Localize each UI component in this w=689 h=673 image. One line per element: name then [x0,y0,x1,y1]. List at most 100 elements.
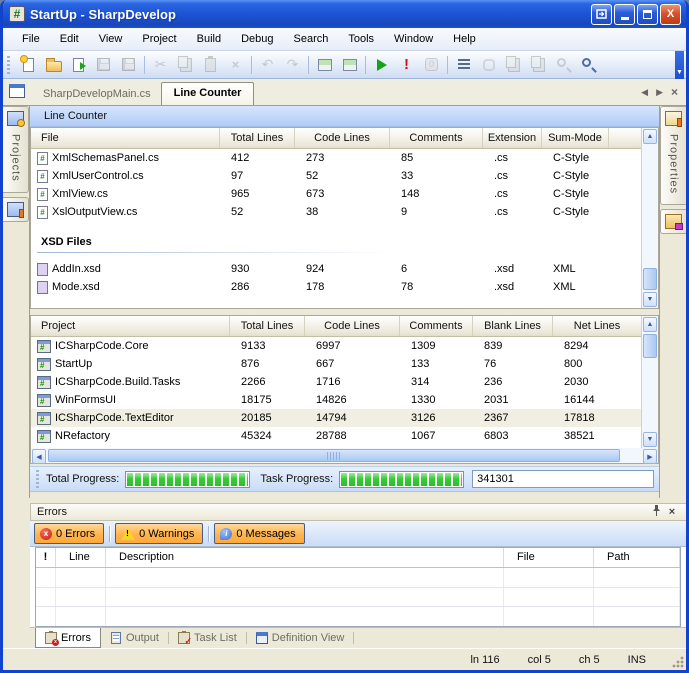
paste-button[interactable] [198,53,223,77]
close-button[interactable]: X [660,4,681,25]
scroll-right-button[interactable]: ▶ [643,449,657,464]
column-header-severity[interactable]: ! [36,548,56,567]
column-header-total-lines[interactable]: Total Lines [220,128,295,148]
column-header-comments[interactable]: Comments [400,316,473,336]
sidebar-tab-projects[interactable]: Projects [3,106,29,193]
menu-file[interactable]: File [13,30,49,48]
tab-scroll-left-button[interactable]: ◀ [641,87,648,98]
breakpoint-button[interactable] [476,53,501,77]
column-header-description[interactable]: Description [106,548,504,567]
errors-panel-titlebar[interactable]: Errors × [30,503,686,521]
menu-build[interactable]: Build [188,30,230,48]
file-row[interactable]: AddIn.xsd 930 924 6 .xsd XML [31,260,641,278]
project-row[interactable]: ICSharpCode.Build.Tasks 2266 1716 314 23… [31,373,641,391]
column-header-blank-lines[interactable]: Blank Lines [473,316,553,336]
tab-task-list[interactable]: ✓ Task List [169,628,246,648]
messages-filter-button[interactable]: i 0 Messages [214,523,304,544]
file-row[interactable]: #XslOutputView.cs 52 38 9 .cs C-Style [31,203,641,221]
tab-close-button[interactable]: × [671,85,678,99]
column-header-path[interactable]: Path [594,548,680,567]
menu-help[interactable]: Help [444,30,485,48]
column-header-line[interactable]: Line [56,548,106,567]
column-header-file[interactable]: File [31,128,220,148]
step-into-button[interactable] [526,53,551,77]
project-row[interactable]: WinFormsUI 18175 14826 1330 2031 16144 [31,391,641,409]
scroll-up-button[interactable]: ▲ [643,129,657,144]
column-header-code-lines[interactable]: Code Lines [305,316,400,336]
step-over-button[interactable] [501,53,526,77]
column-header-total-lines[interactable]: Total Lines [230,316,305,336]
project-row-clipped[interactable]: SharpDevelop 3371 1413 411 378 2993 [31,445,641,448]
menu-window[interactable]: Window [385,30,442,48]
delete-button[interactable]: × [223,53,248,77]
open-file-button[interactable] [41,53,66,77]
tab-errors[interactable]: x Errors [35,628,101,648]
undo-button[interactable]: ↶ [255,53,280,77]
open-with-button[interactable] [66,53,91,77]
copy-button[interactable] [173,53,198,77]
save-all-button[interactable] [116,53,141,77]
column-header-sum-mode[interactable]: Sum-Mode [542,128,609,148]
menu-search[interactable]: Search [285,30,338,48]
projects-table-scrollbar[interactable]: ▲ ▼ [641,316,658,448]
abort-button[interactable]: ! [394,53,419,77]
build-all-button[interactable] [337,53,362,77]
new-file-button[interactable] [16,53,41,77]
show-output-button[interactable] [451,53,476,77]
menu-tools[interactable]: Tools [339,30,383,48]
minimize-button[interactable] [614,4,635,25]
files-table-scrollbar[interactable]: ▲ ▼ [641,128,658,308]
hscroll-thumb[interactable] [48,449,620,462]
scroll-down-button[interactable]: ▼ [643,432,657,447]
redo-button[interactable]: ↷ [280,53,305,77]
sidebar-tab-toolbox[interactable] [660,209,686,234]
toolbar-overflow-button[interactable]: ▼ [675,51,684,79]
sidebar-tab-classes[interactable] [3,197,29,222]
menu-edit[interactable]: Edit [51,30,88,48]
column-header-project[interactable]: Project [31,316,230,336]
pin-button[interactable] [648,505,664,519]
maximize-button[interactable] [637,4,658,25]
scroll-up-button[interactable]: ▲ [643,317,657,332]
column-header-comments[interactable]: Comments [390,128,483,148]
project-row[interactable]: ICSharpCode.Core 9133 6997 1309 839 8294 [31,337,641,355]
cut-button[interactable]: ✂ [148,53,173,77]
file-row[interactable]: #XmlUserControl.cs 97 52 33 .cs C-Style [31,167,641,185]
warnings-filter-button[interactable]: 0 Warnings [115,523,203,544]
stop-button[interactable]: 0 [419,53,444,77]
dock-window-button[interactable] [591,4,612,25]
progress-toolbar-grip[interactable] [36,470,39,488]
search-button[interactable] [576,53,601,77]
file-row[interactable]: Mode.xsd 286 178 78 .xsd XML [31,278,641,296]
run-button[interactable] [369,53,394,77]
project-row-highlighted[interactable]: ICSharpCode.TextEditor 20185 14794 3126 … [31,409,641,427]
save-button[interactable] [91,53,116,77]
tab-output[interactable]: Output [101,628,168,648]
menu-debug[interactable]: Debug [232,30,282,48]
menu-view[interactable]: View [90,30,132,48]
tab-sharpdevelopmain[interactable]: SharpDevelopMain.cs [33,84,161,105]
project-row[interactable]: NRefactory 45324 28788 1067 6803 38521 [31,427,641,445]
projects-table-hscrollbar[interactable]: ◀ ▶ [30,448,659,464]
scroll-thumb[interactable] [643,334,657,358]
find-in-files-button[interactable] [551,53,576,77]
sidebar-tab-properties[interactable]: Properties [660,106,686,205]
column-header-extension[interactable]: Extension [483,128,542,148]
menu-project[interactable]: Project [133,30,185,48]
tab-definition-view[interactable]: Definition View [247,628,354,648]
errors-filter-button[interactable]: x 0 Errors [34,523,104,544]
column-header-code-lines[interactable]: Code Lines [295,128,390,148]
scroll-down-button[interactable]: ▼ [643,292,657,307]
column-header-net-lines[interactable]: Net Lines [553,316,641,336]
title-bar[interactable]: # StartUp - SharpDevelop X [3,0,686,28]
file-row[interactable]: #XmlView.cs 965 673 148 .cs C-Style [31,185,641,203]
column-header-file[interactable]: File [504,548,594,567]
build-button[interactable] [312,53,337,77]
toolbar-grip[interactable] [7,56,10,74]
project-row[interactable]: StartUp 876 667 133 76 800 [31,355,641,373]
scroll-left-button[interactable]: ◀ [32,449,46,464]
tab-scroll-right-button[interactable]: ▶ [656,87,663,98]
resize-grip[interactable] [672,656,684,668]
scroll-thumb[interactable] [643,268,657,290]
close-panel-button[interactable]: × [664,506,680,518]
